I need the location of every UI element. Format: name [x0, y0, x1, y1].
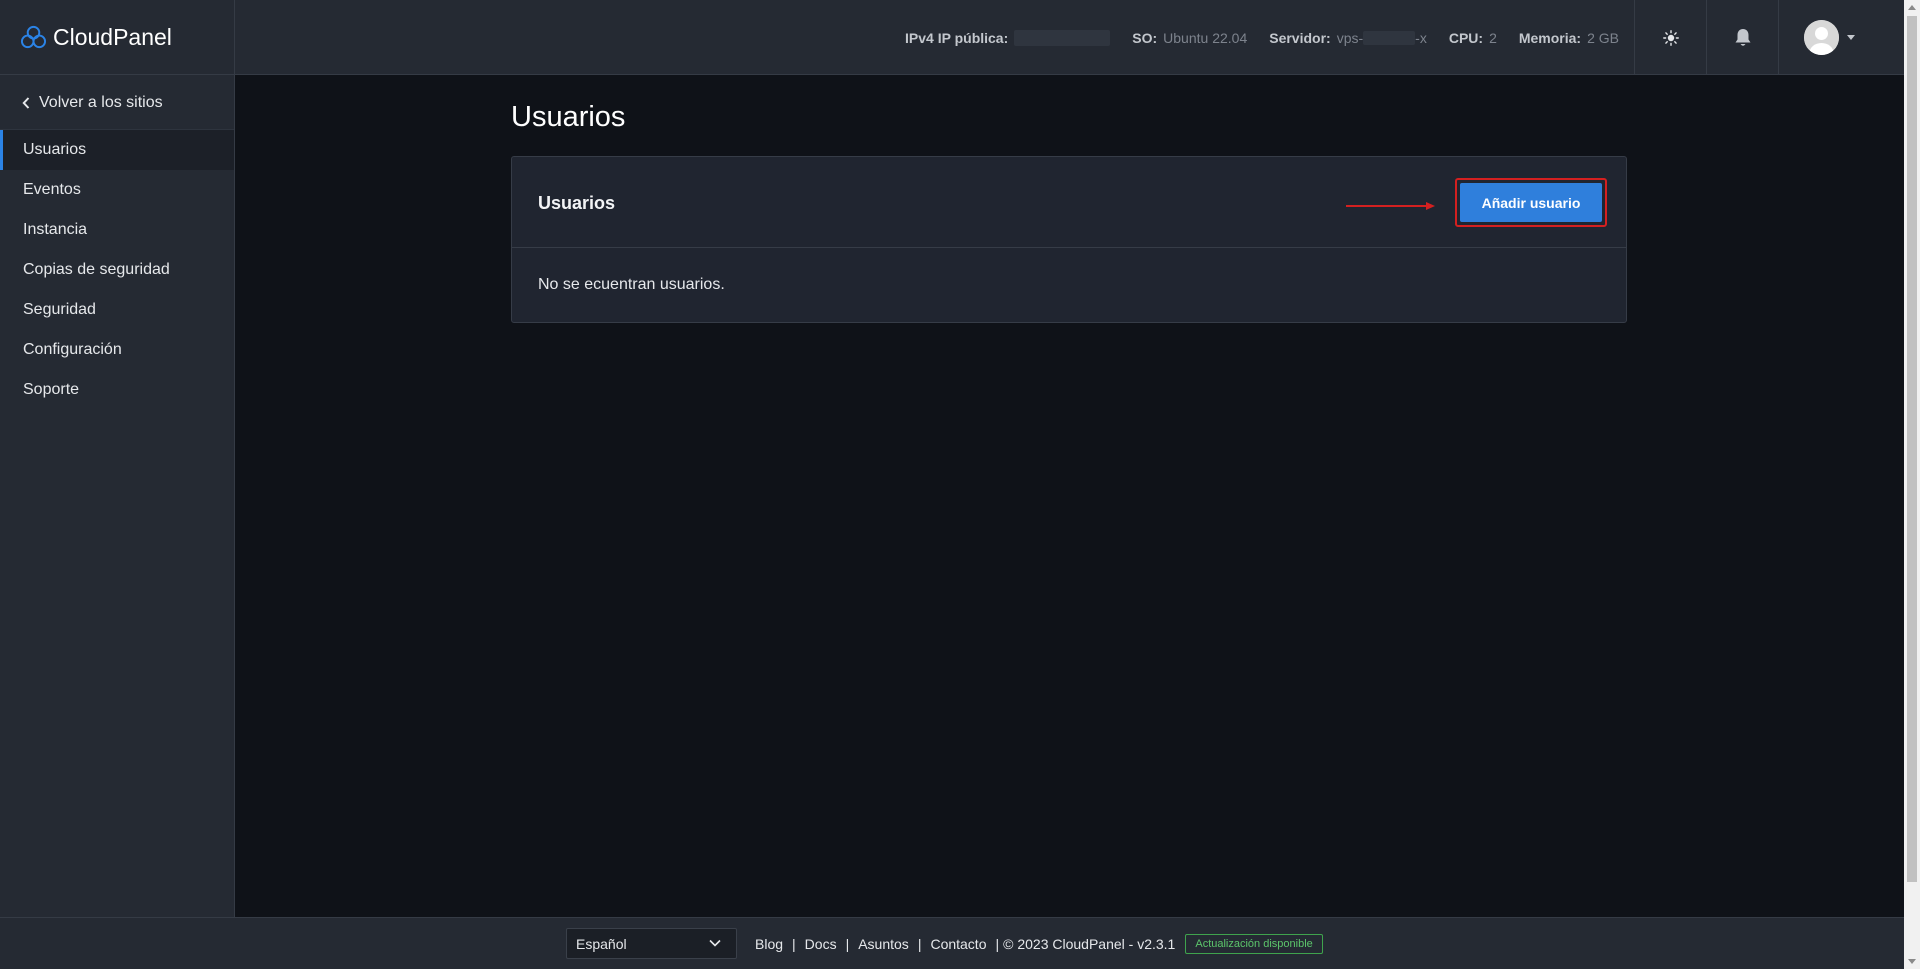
sidebar-item-copias-de-seguridad[interactable]: Copias de seguridad	[0, 250, 234, 290]
separator: |	[917, 936, 922, 952]
theme-toggle-button[interactable]	[1634, 0, 1706, 75]
sidebar-item-configuracion[interactable]: Configuración	[0, 330, 234, 370]
card-title: Usuarios	[538, 193, 616, 213]
empty-message: No se ecuentran usuarios.	[538, 276, 725, 293]
sidebar-item-label: Usuarios	[23, 141, 87, 158]
top-header: CloudPanel IPv4 IP pública: SO: Ubuntu 2…	[0, 0, 1904, 75]
scroll-down-icon[interactable]	[1908, 959, 1916, 964]
update-available-badge[interactable]: Actualización disponible	[1185, 934, 1323, 954]
ip-label: IPv4 IP pública:	[905, 29, 1009, 46]
ip-info: IPv4 IP pública:	[905, 29, 1111, 46]
chevron-down-icon	[1847, 35, 1855, 40]
brand[interactable]: CloudPanel	[0, 0, 235, 75]
cpu-value: 2	[1489, 29, 1497, 46]
sidebar-item-seguridad[interactable]: Seguridad	[0, 290, 234, 330]
user-avatar-icon	[1804, 20, 1839, 55]
footer-link-asuntos[interactable]: Asuntos	[858, 936, 909, 952]
memory-label: Memoria:	[1518, 29, 1582, 46]
server-info: IPv4 IP pública: SO: Ubuntu 22.04 Servid…	[883, 0, 1619, 75]
memory-info: Memoria: 2 GB	[1519, 30, 1619, 46]
os-value: Ubuntu 22.04	[1163, 29, 1248, 46]
cpu-label: CPU:	[1448, 29, 1484, 46]
sidebar-item-soporte[interactable]: Soporte	[0, 370, 234, 410]
cpu-info: CPU: 2	[1449, 30, 1497, 46]
chevron-left-icon	[22, 96, 30, 109]
users-card: Usuarios Añadir usuario No se ecuentran …	[511, 156, 1627, 323]
server-value-redacted	[1363, 30, 1416, 45]
chevron-down-icon	[709, 939, 721, 947]
sidebar-item-label: Eventos	[23, 181, 81, 198]
sidebar-item-eventos[interactable]: Eventos	[0, 170, 234, 210]
separator: |	[845, 936, 850, 952]
sidebar: Volver a los sitios Usuarios Eventos Ins…	[0, 75, 235, 917]
add-user-button[interactable]: Añadir usuario	[1460, 183, 1602, 222]
server-label: Servidor:	[1269, 29, 1331, 46]
cloudpanel-logo-icon	[20, 25, 47, 49]
scroll-thumb[interactable]	[1907, 16, 1917, 882]
footer: Español Blog | Docs | Asuntos | Contacto…	[0, 917, 1904, 969]
highlight-outline: Añadir usuario	[1455, 178, 1607, 227]
empty-state: No se ecuentran usuarios.	[512, 248, 1626, 294]
os-label: SO:	[1132, 29, 1158, 46]
notifications-button[interactable]	[1706, 0, 1778, 75]
scroll-up-icon[interactable]	[1908, 5, 1916, 10]
footer-links: Blog | Docs | Asuntos | Contacto | © 202…	[755, 918, 1323, 969]
sidebar-item-label: Configuración	[23, 341, 122, 358]
sun-icon	[1662, 29, 1679, 46]
server-value-prefix: vps-	[1336, 29, 1364, 46]
footer-link-contacto[interactable]: Contacto	[930, 936, 986, 952]
separator: |	[995, 936, 1000, 952]
language-value: Español	[576, 935, 627, 952]
os-info: SO: Ubuntu 22.04	[1132, 30, 1247, 46]
sidebar-item-label: Seguridad	[23, 301, 96, 318]
memory-value: 2 GB	[1587, 29, 1619, 46]
sidebar-item-label: Instancia	[23, 221, 88, 238]
annotation-arrow-icon	[1346, 202, 1435, 210]
sidebar-item-instancia[interactable]: Instancia	[0, 210, 234, 250]
footer-link-docs[interactable]: Docs	[805, 936, 837, 952]
language-select[interactable]: Español	[566, 928, 737, 959]
page-title: Usuarios	[511, 101, 626, 133]
ip-value-redacted	[1014, 29, 1111, 46]
back-to-sites-label: Volver a los sitios	[39, 93, 163, 111]
separator: |	[792, 936, 796, 952]
back-to-sites-link[interactable]: Volver a los sitios	[0, 76, 234, 130]
copyright-text: © 2023 CloudPanel - v2.3.1	[1003, 936, 1176, 952]
sidebar-item-usuarios[interactable]: Usuarios	[0, 130, 234, 170]
page-scrollbar[interactable]	[1904, 0, 1920, 969]
bell-icon	[1735, 28, 1750, 46]
sidebar-item-label: Copias de seguridad	[23, 261, 170, 278]
brand-name: CloudPanel	[53, 24, 172, 50]
user-menu-button[interactable]	[1778, 0, 1880, 75]
footer-link-blog[interactable]: Blog	[755, 936, 783, 952]
server-value-suffix: -x	[1415, 29, 1427, 46]
users-card-header: Usuarios Añadir usuario	[512, 157, 1626, 248]
sidebar-item-label: Soporte	[23, 381, 80, 398]
server-name-info: Servidor: vps- -x	[1269, 30, 1427, 46]
